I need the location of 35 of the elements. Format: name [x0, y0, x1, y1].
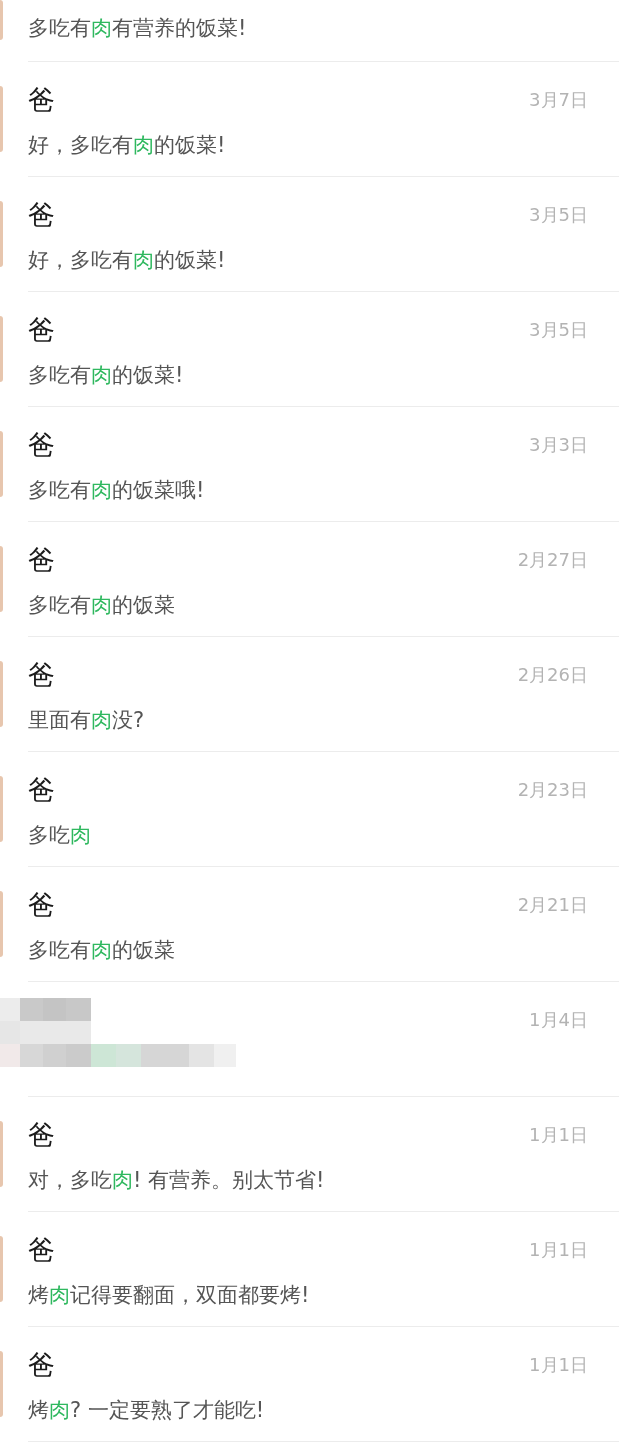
sender-name: 爸: [28, 1350, 55, 1380]
message-snippet: 多吃有肉的饭菜: [28, 937, 175, 963]
sender-name: 爸: [28, 660, 55, 690]
message-date: 2月21日: [517, 893, 588, 917]
message-snippet: 好，多吃有肉的饭菜!: [28, 247, 226, 273]
message-snippet: 对，多吃肉! 有营养。别太节省!: [28, 1167, 325, 1193]
sender-name: 爸: [28, 545, 55, 575]
sender-name: 爸: [28, 315, 55, 345]
message-snippet: 好，多吃有肉的饭菜!: [28, 132, 226, 158]
message-date: 1月1日: [529, 1123, 588, 1147]
message-date: 3月5日: [529, 318, 588, 342]
message-date: 2月26日: [517, 663, 588, 687]
message-snippet: 多吃有肉的饭菜哦!: [28, 477, 205, 503]
sender-name: 爸: [28, 1120, 55, 1150]
sender-name: 爸: [28, 430, 55, 460]
sender-name: 爸: [28, 1235, 55, 1265]
message-snippet: 多吃有肉的饭菜!: [28, 362, 184, 388]
message-snippet: 里面有肉没?: [28, 707, 145, 733]
message-date: 3月5日: [529, 203, 588, 227]
sender-name: 爸: [28, 775, 55, 805]
message-date: 2月27日: [517, 548, 588, 572]
message-snippet: 多吃肉: [28, 822, 91, 848]
sender-name: 爸: [28, 890, 55, 920]
message-snippet: 烤肉? 一定要熟了才能吃!: [28, 1397, 265, 1423]
message-date: 2月23日: [517, 778, 588, 802]
message-snippet: 烤肉记得要翻面，双面都要烤!: [28, 1282, 310, 1308]
message-date: 1月1日: [529, 1353, 588, 1377]
sender-name: 爸: [28, 85, 55, 115]
message-date: 1月4日: [529, 1008, 588, 1032]
message-date: 1月1日: [529, 1238, 588, 1262]
message-date: 3月3日: [529, 433, 588, 457]
message-date: 3月7日: [529, 88, 588, 112]
message-snippet: 多吃有肉有营养的饭菜!: [28, 15, 247, 41]
sender-name: 爸: [28, 200, 55, 230]
message-snippet: 多吃有肉的饭菜: [28, 592, 175, 618]
